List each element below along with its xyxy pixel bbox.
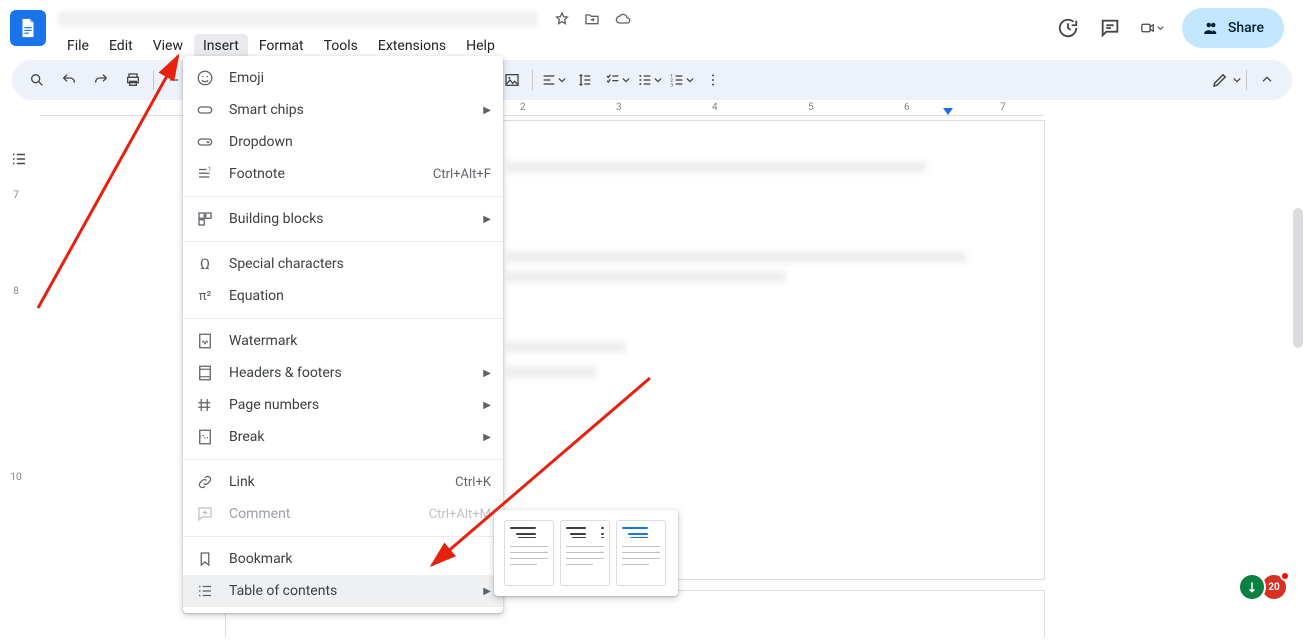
history-icon[interactable]	[1056, 16, 1080, 40]
headers-footers-icon	[195, 363, 215, 383]
checklist-button[interactable]	[602, 65, 632, 95]
toc-submenu	[494, 510, 678, 596]
floating-extension-badge[interactable]: 20	[1238, 573, 1288, 601]
submenu-arrow-icon: ▶	[483, 368, 491, 379]
insert-link[interactable]: Link Ctrl+K	[183, 466, 503, 498]
document-title-redacted[interactable]	[58, 11, 538, 27]
menu-file[interactable]: File	[58, 34, 98, 58]
submenu-arrow-icon: ▶	[483, 214, 491, 225]
break-icon	[195, 427, 215, 447]
share-label: Share	[1228, 20, 1264, 36]
editing-mode-button[interactable]	[1211, 65, 1241, 95]
print-button[interactable]	[118, 65, 148, 95]
menu-insert[interactable]: Insert	[194, 34, 248, 58]
link-icon	[195, 472, 215, 492]
page-numbers-icon	[195, 395, 215, 415]
toc-option-dotted[interactable]	[560, 520, 610, 586]
cloud-status-icon[interactable]	[614, 11, 632, 27]
emoji-icon	[195, 68, 215, 88]
dropdown-icon	[195, 132, 215, 152]
undo-button[interactable]	[54, 65, 84, 95]
menu-tools[interactable]: Tools	[315, 34, 367, 58]
move-folder-icon[interactable]	[584, 11, 600, 27]
toc-icon	[195, 581, 215, 601]
bookmark-icon	[195, 549, 215, 569]
menu-extensions[interactable]: Extensions	[369, 34, 455, 58]
insert-special-characters[interactable]: Ω Special characters	[183, 248, 503, 280]
insert-dropdown[interactable]: Dropdown	[183, 126, 503, 158]
menu-format[interactable]: Format	[250, 34, 313, 58]
toc-option-links[interactable]	[616, 520, 666, 586]
watermark-icon	[195, 331, 215, 351]
insert-break[interactable]: Break ▶	[183, 421, 503, 453]
menu-view[interactable]: View	[144, 34, 192, 58]
bulleted-list-button[interactable]	[634, 65, 664, 95]
search-menus-button[interactable]	[22, 65, 52, 95]
insert-footnote[interactable]: 1 Footnote Ctrl+Alt+F	[183, 158, 503, 190]
submenu-arrow-icon: ▶	[483, 432, 491, 443]
submenu-arrow-icon: ▶	[483, 105, 491, 116]
insert-equation[interactable]: π² Equation	[183, 280, 503, 312]
svg-text:1: 1	[208, 166, 211, 173]
insert-table-of-contents[interactable]: Table of contents ▶	[183, 575, 503, 607]
redo-button[interactable]	[86, 65, 116, 95]
insert-menu-dropdown: Emoji Smart chips ▶ Dropdown 1 Footnote …	[183, 56, 503, 613]
insert-page-numbers[interactable]: Page numbers ▶	[183, 389, 503, 421]
footnote-icon: 1	[195, 164, 215, 184]
align-button[interactable]	[538, 65, 568, 95]
omega-icon: Ω	[195, 254, 215, 274]
people-icon	[1202, 19, 1220, 37]
ruler-right-indent[interactable]	[943, 108, 953, 115]
line-spacing-button[interactable]	[570, 65, 600, 95]
menu-help[interactable]: Help	[457, 34, 504, 58]
titlebar: File Edit View Insert Format Tools Exten…	[0, 0, 1304, 60]
insert-headers-footers[interactable]: Headers & footers ▶	[183, 357, 503, 389]
comment-icon	[195, 504, 215, 524]
insert-building-blocks[interactable]: Building blocks ▶	[183, 203, 503, 235]
insert-comment-disabled: Comment Ctrl+Alt+M	[183, 498, 503, 530]
toc-option-plain[interactable]	[504, 520, 554, 586]
vertical-scrollbar[interactable]	[1293, 208, 1303, 348]
insert-bookmark[interactable]: Bookmark	[183, 543, 503, 575]
svg-text:3: 3	[670, 83, 673, 88]
star-icon[interactable]	[554, 11, 570, 27]
menu-edit[interactable]: Edit	[100, 34, 142, 58]
pi-icon: π²	[195, 286, 215, 306]
chevron-down-icon	[1157, 23, 1164, 33]
more-options-button[interactable]	[698, 65, 728, 95]
title-area: File Edit View Insert Format Tools Exten…	[54, 6, 1056, 60]
docs-logo[interactable]	[10, 10, 46, 46]
insert-emoji[interactable]: Emoji	[183, 62, 503, 94]
share-button[interactable]: Share	[1182, 8, 1284, 48]
insert-watermark[interactable]: Watermark	[183, 325, 503, 357]
meet-button[interactable]	[1140, 16, 1164, 40]
building-blocks-icon	[195, 209, 215, 229]
right-controls: Share	[1056, 6, 1294, 50]
collapse-toolbar-button[interactable]	[1252, 65, 1282, 95]
submenu-arrow-icon: ▶	[483, 400, 491, 411]
submenu-arrow-icon: ▶	[483, 586, 491, 597]
numbered-list-button[interactable]: 123	[666, 65, 696, 95]
comments-icon[interactable]	[1098, 16, 1122, 40]
vertical-ruler[interactable]: 7 8 10	[4, 100, 24, 637]
smart-chips-icon	[195, 100, 215, 120]
insert-smart-chips[interactable]: Smart chips ▶	[183, 94, 503, 126]
